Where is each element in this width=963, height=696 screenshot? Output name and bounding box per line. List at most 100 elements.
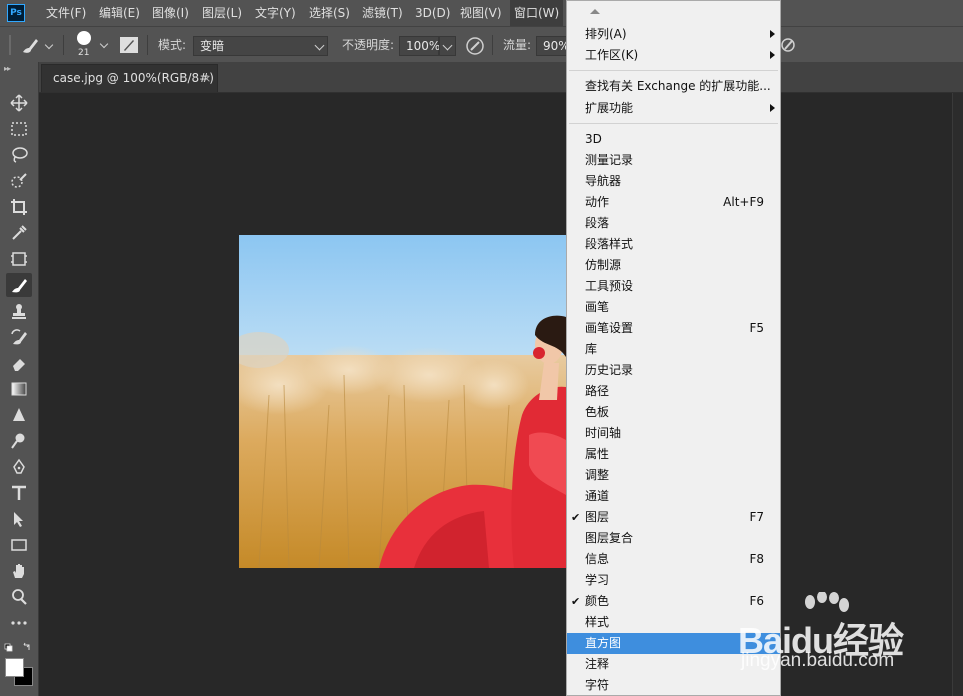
window-menu-paragraph-styles[interactable]: 段落样式 [567, 234, 780, 255]
tools-panel: ▸▸ [0, 62, 39, 696]
brush-tool-icon[interactable] [20, 35, 40, 55]
vertical-scrollbar[interactable] [952, 93, 963, 696]
opacity-slider-toggle[interactable] [439, 36, 456, 56]
eraser-tool[interactable] [6, 351, 32, 375]
window-menu-tool-presets[interactable]: 工具预设 [567, 276, 780, 297]
window-menu-3d[interactable]: 3D [567, 129, 780, 150]
pen-icon [13, 458, 25, 474]
window-menu-history[interactable]: 历史记录 [567, 360, 780, 381]
menu-type[interactable]: 文字(Y) [255, 0, 296, 26]
opacity-input[interactable]: 100% [399, 36, 440, 56]
pen-tool[interactable] [6, 455, 32, 479]
window-menu-extensions[interactable]: 扩展功能 [567, 98, 780, 119]
window-menu-swatches[interactable]: 色板 [567, 402, 780, 423]
window-menu-channels[interactable]: 通道 [567, 486, 780, 507]
eraser-icon [13, 359, 25, 371]
menu-filter[interactable]: 滤镜(T) [362, 0, 403, 26]
history-brush-tool[interactable] [6, 325, 32, 349]
flow-input[interactable]: 90% [536, 36, 570, 56]
stamp-tool[interactable] [6, 299, 32, 323]
menu-file[interactable]: 文件(F) [46, 0, 86, 26]
lasso-tool[interactable] [6, 143, 32, 167]
close-icon[interactable]: × [202, 65, 211, 92]
hand-icon [13, 564, 24, 578]
window-menu-layers[interactable]: ✔ 图层 F7 [567, 507, 780, 528]
mode-dropdown[interactable]: 变暗 [193, 36, 328, 56]
window-menu-character[interactable]: 字符 [567, 675, 780, 696]
dodge-tool[interactable] [6, 429, 32, 453]
pressure-opacity-icon[interactable] [465, 36, 485, 56]
photoshop-logo: Ps [7, 4, 25, 22]
menu-select[interactable]: 选择(S) [309, 0, 350, 26]
more-tools[interactable] [6, 611, 32, 635]
window-menu-timeline[interactable]: 时间轴 [567, 423, 780, 444]
collapse-icon[interactable]: ▸▸ [4, 64, 11, 73]
reed-field-photo [239, 235, 566, 568]
hand-tool[interactable] [6, 559, 32, 583]
document-tab[interactable]: case.jpg @ 100%(RGB/8#) × [41, 64, 218, 92]
crop-tool[interactable] [6, 195, 32, 219]
menu-3d[interactable]: 3D(D) [415, 0, 450, 26]
blur-tool[interactable] [6, 403, 32, 427]
path-selection-tool[interactable] [6, 507, 32, 531]
brush-tool[interactable] [6, 273, 32, 297]
swap-colors-icon[interactable] [4, 642, 34, 656]
menu-window[interactable]: 窗口(W) [510, 0, 564, 26]
menu-separator [569, 70, 778, 71]
window-menu-info[interactable]: 信息 F8 [567, 549, 780, 570]
menu-view[interactable]: 视图(V) [460, 0, 502, 26]
flow-label: 流量: [503, 38, 532, 52]
lasso-icon [12, 147, 28, 163]
window-menu-layer-comps[interactable]: 图层复合 [567, 528, 780, 549]
window-menu-color[interactable]: ✔ 颜色 F6 [567, 591, 780, 612]
brush-panel-icon[interactable] [119, 36, 139, 54]
brush-preview[interactable] [77, 31, 91, 45]
gradient-icon [11, 382, 27, 396]
document-tab-strip: case.jpg @ 100%(RGB/8#) × [39, 62, 963, 93]
window-menu-measurement-log[interactable]: 测量记录 [567, 150, 780, 171]
submenu-arrow-icon [770, 51, 775, 59]
rectangle-icon [11, 539, 27, 551]
window-menu-paths[interactable]: 路径 [567, 381, 780, 402]
mode-label: 模式: [158, 38, 187, 52]
brush-icon [12, 279, 27, 293]
tool-preset-chevron-icon[interactable] [44, 40, 54, 50]
scroll-up-arrow-icon[interactable] [590, 9, 600, 14]
chevron-down-icon [442, 40, 453, 51]
menu-edit[interactable]: 编辑(E) [99, 0, 140, 26]
type-tool[interactable] [6, 481, 32, 505]
window-menu-arrange[interactable]: 排列(A) [567, 24, 780, 45]
checkmark-icon: ✔ [571, 595, 581, 608]
window-menu-actions[interactable]: 动作 Alt+F9 [567, 192, 780, 213]
window-menu-brushes[interactable]: 画笔 [567, 297, 780, 318]
gradient-tool[interactable] [6, 377, 32, 401]
frame-tool[interactable] [6, 247, 32, 271]
window-menu-find-extensions[interactable]: 查找有关 Exchange 的扩展功能... [567, 76, 780, 97]
window-menu-navigator[interactable]: 导航器 [567, 171, 780, 192]
watermark-url: jingyan.baidu.com [741, 650, 895, 671]
checkmark-icon: ✔ [571, 511, 581, 524]
window-menu-learn[interactable]: 学习 [567, 570, 780, 591]
eyedropper-tool[interactable] [6, 221, 32, 245]
menu-layer[interactable]: 图层(L) [202, 0, 242, 26]
foreground-color-swatch[interactable] [5, 658, 24, 677]
window-menu-libraries[interactable]: 库 [567, 339, 780, 360]
window-menu-properties[interactable]: 属性 [567, 444, 780, 465]
move-tool[interactable] [6, 91, 32, 115]
crop-icon [11, 199, 27, 215]
quick-selection-tool[interactable] [6, 169, 32, 193]
window-menu-workspace[interactable]: 工作区(K) [567, 45, 780, 66]
options-bar: 模式: 变暗 不透明度: 100% 流量: 90% [0, 26, 963, 63]
marquee-tool[interactable] [6, 117, 32, 141]
rectangle-tool[interactable] [6, 533, 32, 557]
submenu-arrow-icon [770, 104, 775, 112]
window-menu-clone-source[interactable]: 仿制源 [567, 255, 780, 276]
zoom-tool[interactable] [6, 585, 32, 609]
window-menu-adjustments[interactable]: 调整 [567, 465, 780, 486]
blur-icon [13, 408, 25, 421]
pressure-size-icon[interactable] [780, 36, 796, 54]
menu-image[interactable]: 图像(I) [152, 0, 189, 26]
window-menu-paragraph[interactable]: 段落 [567, 213, 780, 234]
document-image[interactable] [239, 235, 566, 568]
window-menu-brush-settings[interactable]: 画笔设置 F5 [567, 318, 780, 339]
